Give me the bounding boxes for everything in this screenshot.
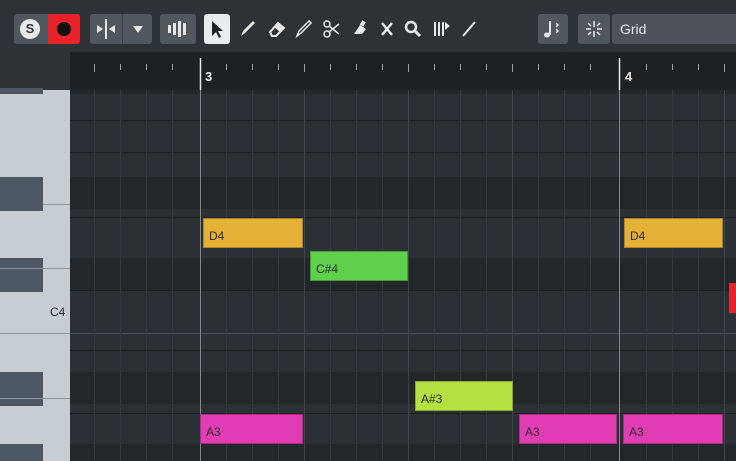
grid-line — [146, 90, 147, 461]
black-key-lane — [70, 444, 736, 461]
row-line — [70, 120, 736, 121]
bar-line — [200, 90, 201, 461]
bar-line — [619, 90, 620, 461]
black-key[interactable] — [0, 444, 43, 461]
pencil-icon — [241, 21, 255, 36]
acoustic-feedback-icon — [168, 21, 186, 37]
line-tool[interactable] — [290, 14, 316, 44]
grid-type-select[interactable]: Grid — [612, 14, 736, 44]
midi-note[interactable]: D4 — [624, 218, 723, 248]
scissors-icon — [323, 20, 340, 38]
black-key[interactable] — [0, 258, 43, 292]
auto-scroll-group — [90, 14, 152, 44]
beat-line — [724, 90, 725, 461]
midi-note[interactable]: A3 — [519, 414, 617, 444]
key-divider — [0, 398, 70, 399]
tool-strip — [204, 14, 530, 44]
auto-scroll-button[interactable] — [90, 14, 122, 44]
mute-tool[interactable] — [374, 14, 400, 44]
record-button[interactable] — [48, 14, 80, 44]
object-selection-tool[interactable] — [204, 14, 230, 44]
grid-line — [252, 90, 253, 461]
show-note-expression-button[interactable] — [538, 14, 568, 44]
grid-line — [590, 90, 591, 461]
grid-line — [172, 90, 173, 461]
midi-note[interactable]: A3 — [200, 414, 303, 444]
black-key[interactable] — [0, 372, 43, 406]
midi-note[interactable]: C#4 — [310, 251, 408, 281]
cross-icon — [381, 22, 393, 36]
black-key-lane — [70, 90, 736, 94]
erase-tool[interactable] — [262, 14, 288, 44]
midi-note[interactable]: A3 — [623, 414, 723, 444]
midi-note[interactable]: A#3 — [415, 381, 513, 411]
dropdown-icon — [133, 26, 143, 33]
beat-line — [304, 90, 305, 461]
time-warp-icon — [434, 22, 450, 36]
midi-note[interactable]: D4 — [203, 218, 303, 248]
grid-line — [646, 90, 647, 461]
grid-line — [698, 90, 699, 461]
solo-record-group: S — [14, 14, 80, 44]
grid-line — [564, 90, 565, 461]
acoustic-feedback-button[interactable] — [160, 14, 196, 44]
ruler-header — [0, 52, 70, 90]
black-key-lane — [70, 372, 736, 404]
bar-number: 4 — [625, 69, 633, 84]
black-key[interactable] — [0, 88, 43, 94]
time-warp-tool[interactable] — [428, 14, 454, 44]
draw-tool[interactable] — [234, 14, 260, 44]
grid-line — [120, 90, 121, 461]
note-grid[interactable]: D4 C#4 D4 A#3 A3 A3 A3 — [70, 90, 736, 461]
arrow-icon — [212, 21, 223, 38]
snap-button[interactable] — [578, 14, 610, 44]
record-icon — [57, 22, 71, 36]
c4-key-label: C4 — [50, 305, 66, 319]
bar-number: 3 — [205, 69, 213, 84]
beat-line — [408, 90, 409, 461]
grid-line — [538, 90, 539, 461]
eraser-icon — [268, 21, 286, 37]
black-key-lane — [70, 177, 736, 209]
zoom-icon — [404, 20, 422, 38]
draw-velocity-tool[interactable] — [456, 14, 482, 44]
glue-icon — [354, 20, 366, 34]
piano-keyboard[interactable] — [0, 88, 70, 461]
key-divider — [0, 333, 70, 334]
grid-line — [94, 90, 95, 461]
split-tool[interactable] — [318, 14, 344, 44]
line-pencil-icon — [295, 19, 313, 39]
row-line — [70, 290, 736, 291]
offscreen-note-marker[interactable] — [729, 283, 736, 313]
grid-line — [226, 90, 227, 461]
grid-line — [672, 90, 673, 461]
glue-tool[interactable] — [346, 14, 372, 44]
key-divider — [0, 268, 70, 269]
solo-button[interactable]: S — [20, 19, 40, 39]
auto-scroll-menu-button[interactable] — [122, 14, 153, 44]
auto-scroll-icon — [97, 19, 115, 39]
octave-line — [70, 333, 736, 334]
row-line — [70, 350, 736, 351]
black-key[interactable] — [0, 177, 43, 211]
grid-line — [278, 90, 279, 461]
zoom-tool[interactable] — [400, 14, 426, 44]
snap-icon — [586, 21, 602, 37]
toolbar: S Grid — [0, 0, 736, 52]
diagonal-line-icon — [462, 21, 476, 37]
note-expression-icon — [544, 21, 560, 38]
row-line — [70, 152, 736, 153]
